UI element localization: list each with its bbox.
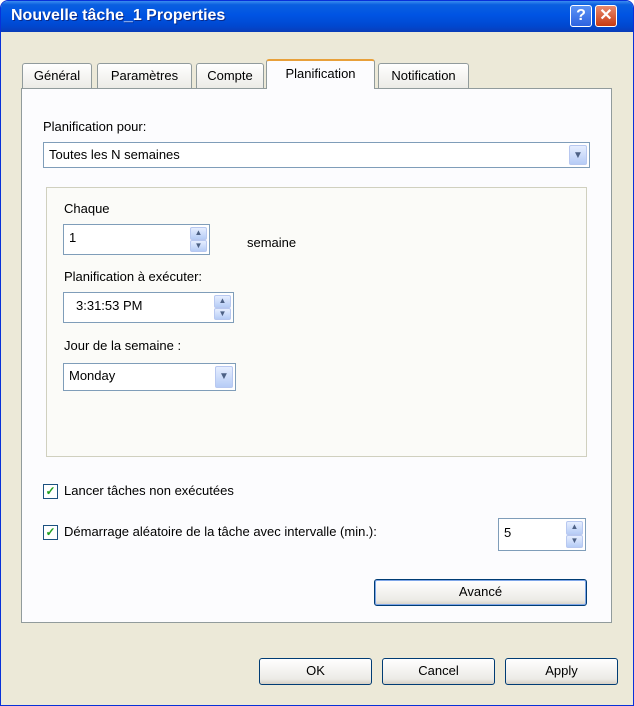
tab-parametres[interactable]: Paramètres	[97, 63, 192, 88]
random-interval-stepper[interactable]: 5 ▲ ▼	[498, 518, 586, 551]
spin-up-icon[interactable]: ▲	[190, 227, 207, 240]
close-button[interactable]: ✕	[595, 5, 617, 27]
advanced-button[interactable]: Avancé	[374, 579, 587, 606]
random-interval-value: 5	[504, 525, 512, 540]
chevron-down-icon[interactable]: ▼	[215, 366, 233, 388]
schedule-for-label: Planification pour:	[43, 119, 147, 134]
help-icon: ?	[576, 7, 586, 24]
tab-planification[interactable]: Planification	[266, 59, 375, 89]
tab-notification[interactable]: Notification	[378, 63, 469, 88]
run-time-value: 3:31:53 PM	[76, 298, 143, 313]
schedule-type-select[interactable]: Toutes les N semaines ▼	[43, 142, 590, 168]
run-time-label: Planification à exécuter:	[64, 269, 203, 284]
spin-up-icon[interactable]: ▲	[214, 295, 231, 308]
weekday-value: Monday	[69, 368, 116, 383]
random-start-label[interactable]: Démarrage aléatoire de la tâche avec int…	[64, 524, 377, 539]
missed-tasks-label[interactable]: Lancer tâches non exécutées	[64, 483, 234, 498]
title-bar[interactable]: Nouvelle tâche_1 Properties ? ✕	[1, 1, 633, 32]
every-weeks-value: 1	[69, 230, 77, 245]
check-icon: ✓	[45, 484, 56, 498]
week-unit-label: semaine	[247, 235, 297, 250]
cancel-button[interactable]: Cancel	[382, 658, 495, 685]
run-time-stepper[interactable]: 3:31:53 PM ▲ ▼	[63, 292, 234, 323]
random-start-checkbox[interactable]: ✓	[43, 525, 58, 540]
properties-dialog: Nouvelle tâche_1 Properties ? ✕ Général …	[0, 0, 634, 706]
tab-label: Planification	[285, 66, 356, 81]
every-weeks-stepper[interactable]: 1 ▲ ▼	[63, 224, 210, 255]
schedule-type-value: Toutes les N semaines	[49, 147, 180, 162]
missed-tasks-checkbox[interactable]: ✓	[43, 484, 58, 499]
every-label: Chaque	[64, 201, 110, 216]
close-icon: ✕	[599, 7, 613, 24]
window-title: Nouvelle tâche_1 Properties	[11, 7, 226, 24]
ok-button[interactable]: OK	[259, 658, 372, 685]
spin-down-icon[interactable]: ▼	[214, 307, 231, 320]
tab-label: Paramètres	[110, 68, 179, 83]
apply-button[interactable]: Apply	[505, 658, 618, 685]
tab-general[interactable]: Général	[22, 63, 92, 88]
spin-down-icon[interactable]: ▼	[190, 239, 207, 252]
weekday-select[interactable]: Monday ▼	[63, 363, 236, 391]
chevron-down-icon[interactable]: ▼	[569, 145, 587, 165]
weekday-label: Jour de la semaine :	[64, 338, 182, 353]
tab-compte[interactable]: Compte	[196, 63, 264, 88]
spin-up-icon[interactable]: ▲	[566, 521, 583, 535]
help-button[interactable]: ?	[570, 5, 592, 27]
spin-down-icon[interactable]: ▼	[566, 534, 583, 548]
tab-label: Compte	[207, 68, 253, 83]
check-icon: ✓	[45, 525, 56, 539]
tab-label: Général	[33, 68, 81, 83]
tab-label: Notification	[391, 68, 456, 83]
